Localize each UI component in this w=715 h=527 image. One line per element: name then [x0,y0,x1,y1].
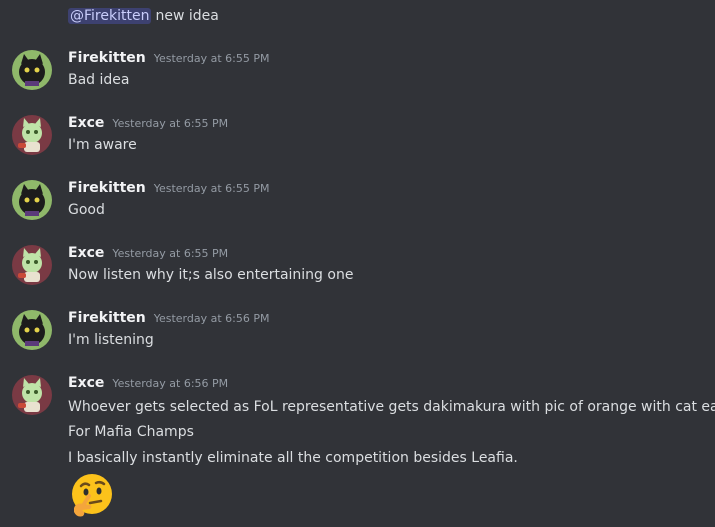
username[interactable]: Firekitten [68,180,146,196]
firekitten-avatar[interactable] [12,180,52,220]
timestamp: Yesterday at 6:56 PM [112,377,229,390]
message-text: I'm aware [68,137,137,153]
timestamp: Yesterday at 6:56 PM [153,312,270,325]
chat-message-list: @Firekitten new idea Firekitten Yesterda… [0,0,715,527]
username[interactable]: Firekitten [68,310,146,326]
exce-avatar[interactable] [12,375,52,415]
timestamp: Yesterday at 6:55 PM [153,182,270,195]
message-text: Whoever gets selected as FoL representat… [68,399,715,415]
firekitten-avatar[interactable] [12,310,52,350]
username[interactable]: Firekitten [68,50,146,66]
message-text: new idea [155,8,219,24]
user-mention[interactable]: @Firekitten [68,8,152,24]
exce-avatar[interactable] [12,245,52,285]
thinking-face-emoji[interactable] [68,472,116,520]
username[interactable]: Exce [68,245,104,261]
message-text: Good [68,202,105,218]
message-content: @Firekitten new idea [68,6,219,26]
message-text: I'm listening [68,332,154,348]
username[interactable]: Exce [68,375,104,391]
message-text: I basically instantly eliminate all the … [68,450,518,466]
message-text: Now listen why it;s also entertaining on… [68,267,354,283]
exce-avatar[interactable] [12,115,52,155]
message-text: For Mafia Champs [68,424,194,440]
firekitten-avatar[interactable] [12,50,52,90]
timestamp: Yesterday at 6:55 PM [112,247,229,260]
timestamp: Yesterday at 6:55 PM [112,117,229,130]
username[interactable]: Exce [68,115,104,131]
message-text: Bad idea [68,72,130,88]
timestamp: Yesterday at 6:55 PM [153,52,270,65]
